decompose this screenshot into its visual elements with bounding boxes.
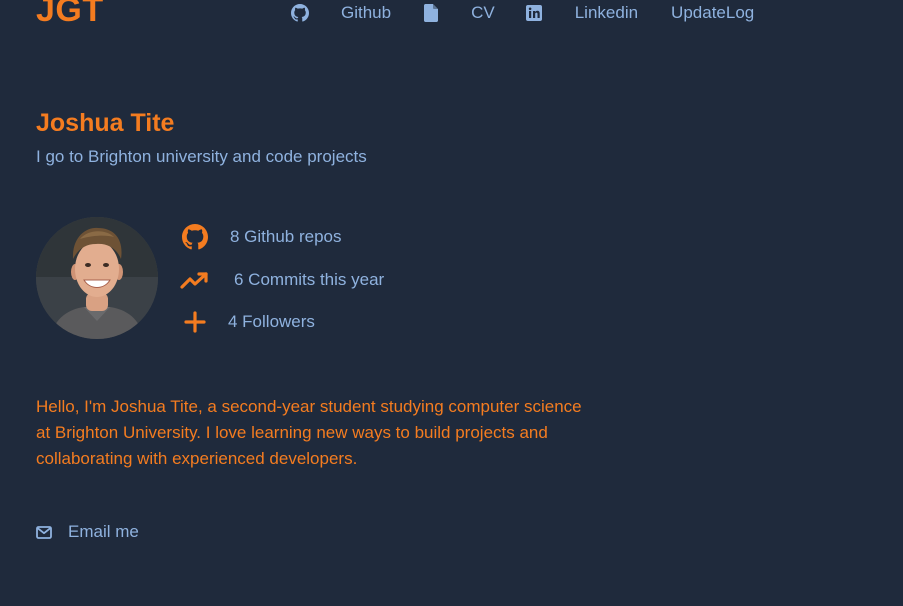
linkedin-nav-icon-link[interactable] — [524, 2, 544, 24]
nav-cv-link[interactable]: CV — [471, 1, 495, 25]
email-me-label: Email me — [68, 522, 139, 541]
stat-followers: 4 Followers — [180, 307, 315, 337]
plus-icon — [180, 307, 210, 337]
page-title: Joshua Tite — [36, 109, 175, 137]
email-me-link[interactable]: Email me — [36, 520, 139, 544]
github-nav-icon-link[interactable] — [290, 2, 310, 24]
trending-up-icon — [180, 265, 210, 295]
github-icon — [291, 4, 309, 22]
bio-paragraph: Hello, I'm Joshua Tite, a second-year st… — [36, 397, 582, 468]
stat-github-repos: 8 Github repos — [180, 222, 342, 252]
commits-count: 6 Commits this year — [234, 270, 385, 289]
nav-updatelog-link[interactable]: UpdateLog — [671, 1, 754, 25]
cv-nav-icon-link[interactable] — [421, 2, 441, 24]
nav-github-link[interactable]: Github — [341, 1, 391, 25]
page: JGT Github CV Linkedin UpdateLog Joshua … — [0, 0, 903, 606]
site-logo[interactable]: JGT — [36, 0, 104, 30]
avatar — [36, 217, 158, 339]
github-icon — [180, 222, 210, 252]
stat-commits: 6 Commits this year — [180, 265, 384, 295]
followers-count: 4 Followers — [228, 312, 315, 331]
top-nav: Github CV Linkedin UpdateLog — [290, 0, 754, 26]
profile-photo — [36, 217, 158, 339]
envelope-icon — [36, 525, 52, 539]
github-repos-count: 8 Github repos — [230, 227, 342, 246]
linkedin-icon — [525, 5, 542, 21]
page-subtitle: I go to Brighton university and code pro… — [36, 147, 367, 166]
nav-linkedin-link[interactable]: Linkedin — [575, 1, 638, 25]
file-icon — [424, 4, 439, 22]
